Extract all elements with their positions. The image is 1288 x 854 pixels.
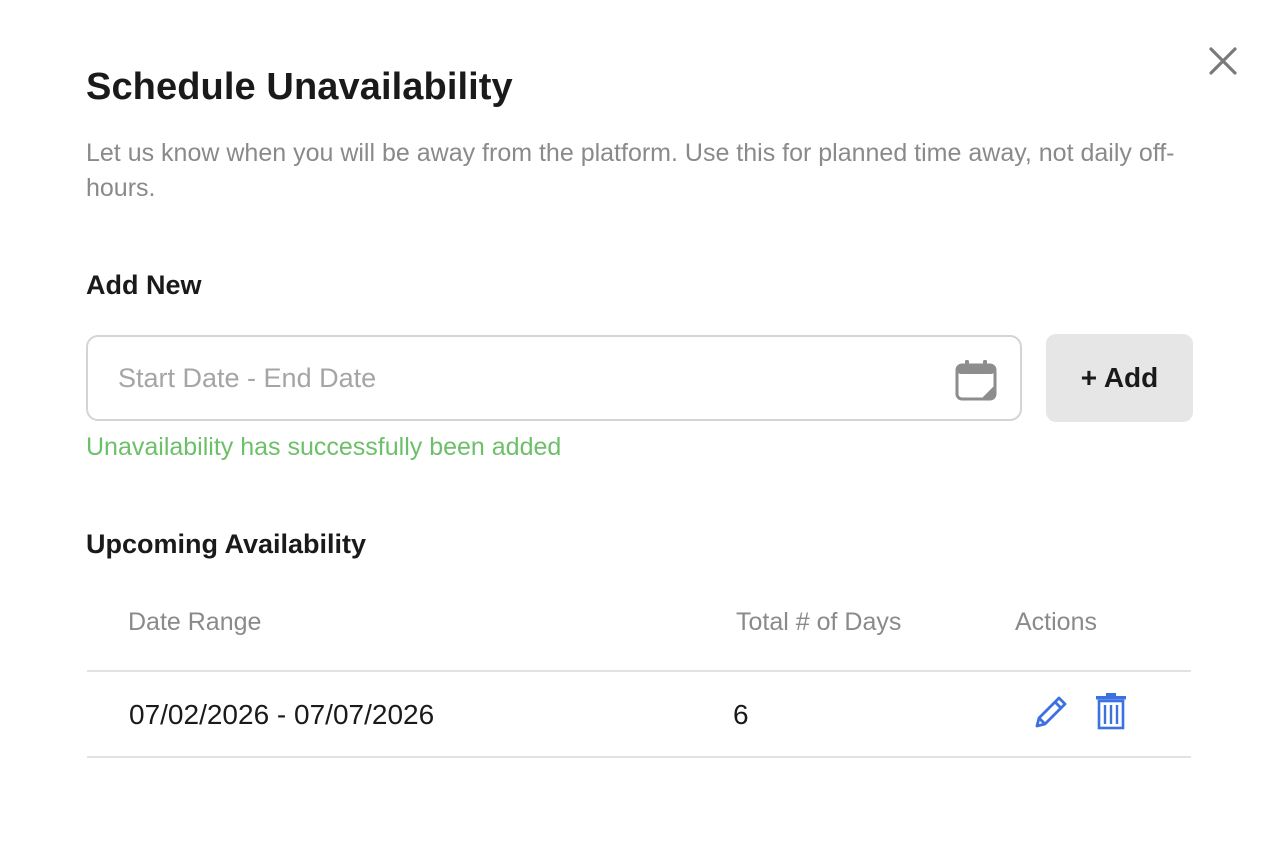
add-button[interactable]: + Add [1046,334,1193,422]
row-divider [87,756,1191,758]
column-header-actions: Actions [1015,608,1097,636]
table-row: 07/02/2026 - 07/07/2026 6 [87,672,1191,758]
close-button[interactable] [1204,42,1242,80]
edit-button[interactable] [1031,692,1071,732]
delete-button[interactable] [1093,691,1129,731]
add-new-label: Add New [86,270,202,300]
column-header-date-range: Date Range [128,608,262,636]
upcoming-availability-label: Upcoming Availability [86,529,367,559]
pencil-icon[interactable] [1031,692,1071,732]
modal-title: Schedule Unavailability [86,66,513,108]
close-icon[interactable] [1204,42,1242,80]
date-range-cell: 07/02/2026 - 07/07/2026 [129,699,435,730]
total-days-cell: 6 [733,699,749,730]
schedule-unavailability-modal: Schedule Unavailability Let us know when… [0,0,1288,854]
date-range-field[interactable] [86,335,1022,421]
date-range-input[interactable] [88,337,1020,419]
success-message: Unavailability has successfully been add… [86,433,562,461]
column-header-total-days: Total # of Days [736,608,902,636]
calendar-icon[interactable] [954,358,998,402]
modal-subtitle: Let us know when you will be away from t… [86,139,1175,202]
trash-icon[interactable] [1093,691,1129,731]
